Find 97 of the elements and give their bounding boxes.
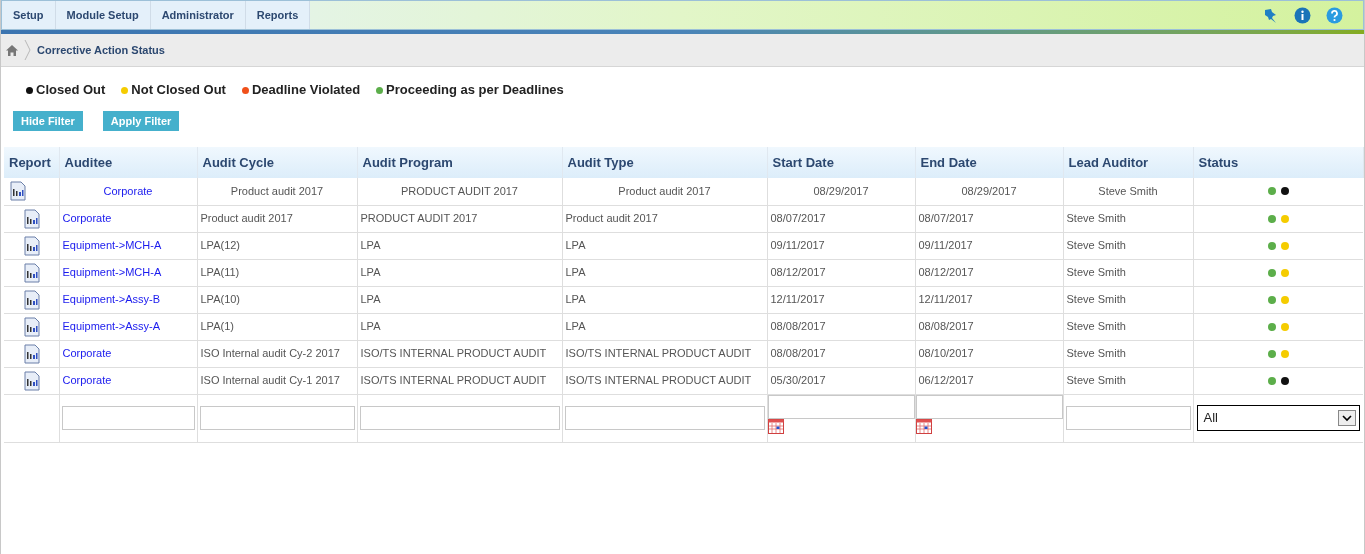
column-header[interactable]: End Date [915, 147, 1063, 178]
table-cell: 08/29/2017 [813, 185, 869, 197]
table-cell: LPA [565, 320, 586, 333]
table-cell: ISO/TS INTERNAL PRODUCT AUDIT [360, 347, 547, 360]
breadcrumb-separator-icon [24, 39, 31, 61]
report-icon[interactable] [24, 289, 40, 310]
filter-field[interactable] [359, 406, 560, 430]
menu-tab[interactable]: Reports [245, 1, 311, 29]
table-cell: Product audit 2017 [230, 185, 324, 197]
table-cell: 08/08/2017 [770, 320, 826, 333]
table-cell: Steve Smith [1066, 239, 1126, 252]
date-filter-field[interactable] [767, 394, 915, 419]
legend-label: Closed Out [36, 81, 106, 100]
legend-label: Deadline Violated [251, 81, 361, 100]
status-dropdown[interactable]: All [1196, 405, 1360, 431]
column-header[interactable]: Lead Auditor [1063, 147, 1193, 178]
table-cell: Steve Smith [1066, 266, 1126, 279]
table-cell: 08/07/2017 [918, 212, 974, 225]
auditee-link[interactable]: Corporate [103, 185, 153, 197]
table-cell: LPA [360, 293, 381, 306]
help-icon[interactable] [1326, 6, 1343, 24]
table-cell: Steve Smith [1066, 374, 1126, 387]
table-cell: LPA [360, 320, 381, 333]
table-cell: LPA [360, 266, 381, 279]
table-cell: ISO Internal audit Cy-2 2017 [200, 347, 340, 360]
report-icon[interactable] [24, 370, 40, 391]
column-header[interactable]: Status [1193, 147, 1363, 178]
filter-field[interactable] [1065, 406, 1191, 430]
auditee-link[interactable]: Equipment->MCH-A [62, 266, 162, 279]
table-cell: LPA [360, 239, 381, 252]
table-cell: Steve Smith [1098, 185, 1158, 197]
table-cell: LPA [565, 266, 586, 279]
report-icon[interactable] [24, 262, 40, 283]
report-icon[interactable] [24, 235, 40, 256]
calendar-icon[interactable] [767, 418, 784, 434]
auditee-link[interactable]: Corporate [62, 374, 112, 387]
auditee-link[interactable]: Equipment->MCH-A [62, 239, 162, 252]
info-icon[interactable] [1294, 6, 1311, 24]
table-cell: LPA [565, 293, 586, 306]
column-header[interactable]: Start Date [767, 147, 915, 178]
table-cell: 05/30/2017 [770, 374, 826, 387]
home-icon[interactable] [6, 44, 18, 56]
table-cell: 08/29/2017 [961, 185, 1017, 197]
column-header[interactable]: Audit Program [357, 147, 562, 178]
page-title: Corrective Action Status [37, 42, 165, 58]
auditee-link[interactable]: Corporate [62, 347, 112, 360]
column-header[interactable]: Audit Cycle [197, 147, 357, 178]
auditee-link[interactable]: Equipment->Assy-A [62, 320, 160, 333]
filter-field[interactable] [564, 406, 765, 430]
report-icon[interactable] [10, 181, 26, 202]
table-cell: Product audit 2017 [565, 212, 658, 225]
table-cell: 08/12/2017 [770, 266, 826, 279]
table-cell: Steve Smith [1066, 293, 1126, 306]
table-cell: ISO Internal audit Cy-1 2017 [200, 374, 340, 387]
table-cell: LPA(10) [200, 293, 241, 306]
table-cell: ISO/TS INTERNAL PRODUCT AUDIT [565, 374, 752, 387]
table-cell: Steve Smith [1066, 212, 1126, 225]
table-cell: LPA(1) [200, 320, 234, 333]
table-cell: LPA [565, 239, 586, 252]
pin-icon[interactable] [1263, 7, 1279, 23]
column-header[interactable]: Report [4, 147, 59, 178]
table-cell: 08/08/2017 [770, 347, 826, 360]
table-cell: 09/11/2017 [770, 239, 825, 252]
table-cell: 12/11/2017 [918, 293, 973, 306]
table-cell: 08/08/2017 [918, 320, 974, 333]
date-filter-field[interactable] [915, 394, 1063, 419]
table-cell: Steve Smith [1066, 320, 1126, 333]
table-cell: PRODUCT AUDIT 2017 [401, 185, 518, 197]
menu-tab[interactable]: Module Setup [55, 1, 151, 29]
table-cell: ISO/TS INTERNAL PRODUCT AUDIT [565, 347, 752, 360]
table-cell: LPA(11) [200, 266, 240, 279]
table-cell: 08/07/2017 [770, 212, 826, 225]
table-cell: LPA(12) [200, 239, 241, 252]
chevron-down-icon[interactable] [1338, 410, 1356, 426]
menu-tab[interactable]: Administrator [150, 1, 246, 29]
table-cell: Product audit 2017 [618, 185, 711, 197]
filter-field[interactable] [61, 406, 195, 430]
table-cell: 09/11/2017 [918, 239, 973, 252]
column-header[interactable]: Audit Type [562, 147, 767, 178]
report-icon[interactable] [24, 208, 40, 229]
calendar-icon[interactable] [915, 418, 932, 434]
legend-label: Proceeding as per Deadlines [386, 81, 564, 100]
table-cell: 06/12/2017 [918, 374, 974, 387]
auditee-link[interactable]: Corporate [62, 212, 112, 225]
auditee-link[interactable]: Equipment->Assy-B [62, 293, 160, 306]
table-cell: 08/12/2017 [918, 266, 974, 279]
table-cell: ISO/TS INTERNAL PRODUCT AUDIT [360, 374, 547, 387]
table-cell: Product audit 2017 [200, 212, 293, 225]
column-header[interactable]: Auditee [59, 147, 197, 178]
report-icon[interactable] [24, 343, 40, 364]
report-icon[interactable] [24, 316, 40, 337]
table-cell: 12/11/2017 [770, 293, 825, 306]
table-cell: PRODUCT AUDIT 2017 [360, 212, 478, 225]
filter-field[interactable] [199, 406, 355, 430]
table-cell: Steve Smith [1066, 347, 1126, 360]
legend-label: Not Closed Out [131, 81, 226, 100]
table-cell: 08/10/2017 [918, 347, 974, 360]
